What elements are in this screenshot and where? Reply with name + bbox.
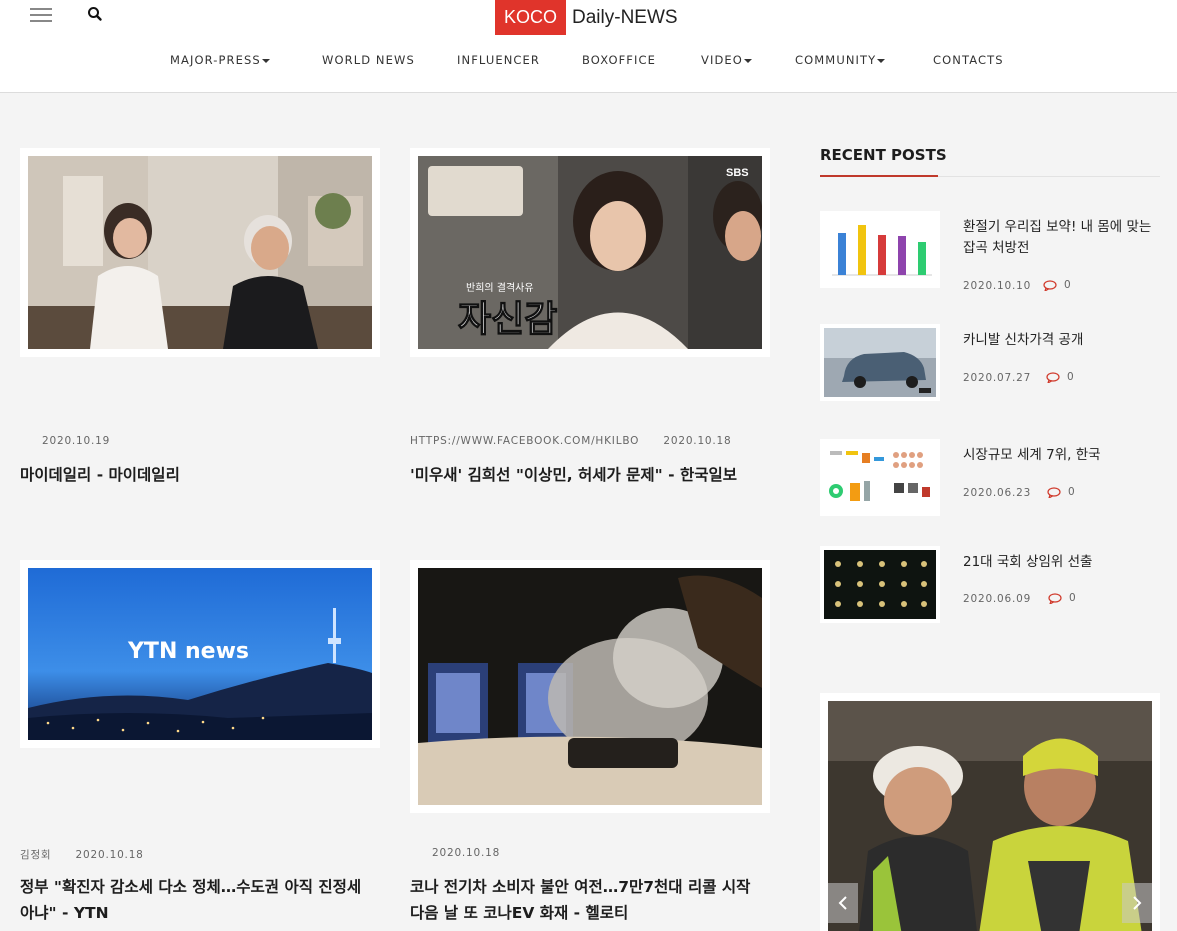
post-meta: 2020.10.19 bbox=[42, 435, 130, 447]
comment-count: 0 bbox=[1064, 279, 1071, 291]
image-corner-logo: SBS bbox=[726, 167, 749, 179]
recent-post-item[interactable]: 환절기 우리집 보약! 내 몸에 맞는 잡곡 처방전 2020.10.10 0 bbox=[820, 211, 1163, 292]
post-thumbnail[interactable]: 반희의 결격사유 자신감 SBS bbox=[410, 148, 770, 357]
recent-post-thumbnail[interactable] bbox=[820, 211, 940, 288]
post-thumbnail[interactable]: YTN news bbox=[20, 560, 380, 748]
slider-prev-button[interactable] bbox=[828, 883, 858, 923]
nav-item-video[interactable]: VIDEO bbox=[701, 53, 752, 67]
recent-post-title[interactable]: 시장규모 세계 7위, 한국 bbox=[963, 445, 1163, 466]
image-caption: 반희의 결격사유 bbox=[466, 281, 534, 294]
site-header: KOCO Daily-NEWS MAJOR-PRESS WORLD NEWS I… bbox=[0, 0, 1177, 93]
nav-label: MAJOR-PRESS bbox=[170, 53, 261, 67]
post-date: 2020.10.18 bbox=[432, 847, 501, 859]
post-image: YTN news bbox=[28, 568, 372, 740]
nav-item-boxoffice[interactable]: BOXOFFICE bbox=[582, 53, 656, 67]
recent-post-date: 2020.10.10 bbox=[963, 280, 1032, 292]
post-date: 2020.10.19 bbox=[42, 435, 111, 447]
nav-item-world-news[interactable]: WORLD NEWS bbox=[322, 53, 415, 67]
main-nav: MAJOR-PRESS WORLD NEWS INFLUENCER BOXOFF… bbox=[0, 53, 1177, 69]
comment-count: 0 bbox=[1069, 592, 1076, 604]
recent-post-image bbox=[824, 328, 936, 397]
chevron-down-icon bbox=[877, 58, 886, 63]
nav-label: COMMUNITY bbox=[795, 53, 877, 67]
recent-post-image bbox=[824, 215, 936, 284]
post-date: 2020.10.18 bbox=[663, 435, 732, 447]
recent-post-date: 2020.07.27 bbox=[963, 372, 1032, 384]
recent-post-title[interactable]: 환절기 우리집 보약! 내 몸에 맞는 잡곡 처방전 bbox=[963, 217, 1163, 259]
chevron-right-icon bbox=[1133, 896, 1142, 910]
logo-badge: KOCO bbox=[495, 0, 567, 35]
recent-post-comments[interactable]: 0 bbox=[1048, 592, 1076, 604]
comment-icon bbox=[1046, 371, 1060, 383]
nav-item-major-press[interactable]: MAJOR-PRESS bbox=[170, 53, 270, 67]
site-logo[interactable]: KOCO Daily-NEWS bbox=[495, 0, 678, 35]
recent-post-date: 2020.06.09 bbox=[963, 593, 1032, 605]
slider-next-button[interactable] bbox=[1122, 883, 1152, 923]
recent-post-image bbox=[824, 443, 936, 512]
boxoffice-slider bbox=[820, 693, 1160, 931]
post-meta: 2020.10.18 bbox=[432, 847, 520, 859]
comment-count: 0 bbox=[1068, 486, 1075, 498]
comment-icon bbox=[1048, 592, 1062, 604]
nav-label: INFLUENCER bbox=[457, 53, 541, 67]
post-author[interactable]: 김정회 bbox=[20, 849, 51, 861]
comment-icon bbox=[1047, 486, 1061, 498]
menu-icon[interactable] bbox=[30, 8, 52, 22]
recent-post-item[interactable]: 21대 국회 상임위 선출 2020.06.09 0 bbox=[820, 546, 1160, 626]
search-icon[interactable] bbox=[86, 5, 104, 23]
logo-text: Daily-NEWS bbox=[572, 6, 678, 28]
nav-item-community[interactable]: COMMUNITY bbox=[795, 53, 886, 67]
post-title[interactable]: 정부 "확진자 감소세 다소 정체…수도권 아직 진정세 아냐" - YTN bbox=[20, 874, 365, 926]
comment-icon bbox=[1043, 279, 1057, 291]
recent-post-title[interactable]: 카니발 신차가격 공개 bbox=[963, 330, 1163, 351]
nav-label: BOXOFFICE bbox=[582, 53, 657, 67]
recent-post-date: 2020.06.23 bbox=[963, 487, 1032, 499]
post-meta: 김정회 2020.10.18 bbox=[20, 847, 164, 862]
recent-post-comments[interactable]: 0 bbox=[1046, 371, 1074, 383]
post-title[interactable]: '미우새' 김희선 "이상민, 허세가 문제" - 한국일보 bbox=[410, 462, 755, 488]
recent-post-thumbnail[interactable] bbox=[820, 546, 940, 623]
post-image: 반희의 결격사유 자신감 SBS bbox=[418, 156, 762, 349]
movie-poster[interactable] bbox=[828, 701, 1152, 931]
recent-post-comments[interactable]: 0 bbox=[1043, 279, 1071, 291]
post-title[interactable]: 코나 전기차 소비자 불안 여전…7만7천대 리콜 시작 다음 날 또 코나EV… bbox=[410, 874, 755, 926]
post-source[interactable]: HTTPS://WWW.FACEBOOK.COM/HKILBO bbox=[410, 435, 639, 447]
chevron-down-icon bbox=[743, 58, 752, 63]
comment-count: 0 bbox=[1067, 371, 1074, 383]
post-title[interactable]: 마이데일리 - 마이데일리 bbox=[20, 462, 380, 488]
recent-post-title[interactable]: 21대 국회 상임위 선출 bbox=[963, 552, 1163, 573]
post-date: 2020.10.18 bbox=[75, 849, 144, 861]
image-logo-text: YTN news bbox=[127, 639, 249, 664]
post-image bbox=[28, 156, 372, 349]
nav-item-influencer[interactable]: INFLUENCER bbox=[457, 53, 540, 67]
post-thumbnail[interactable] bbox=[20, 148, 380, 357]
nav-label: CONTACTS bbox=[933, 53, 1004, 67]
post-meta: HTTPS://WWW.FACEBOOK.COM/HKILBO 2020.10.… bbox=[410, 435, 752, 447]
recent-post-comments[interactable]: 0 bbox=[1047, 486, 1075, 498]
chevron-left-icon bbox=[838, 896, 847, 910]
recent-post-image bbox=[824, 550, 936, 619]
recent-posts-heading: RECENT POSTS bbox=[820, 146, 947, 164]
chevron-down-icon bbox=[261, 58, 270, 63]
recent-post-thumbnail[interactable] bbox=[820, 324, 940, 401]
heading-accent bbox=[820, 175, 938, 177]
recent-post-item[interactable]: 카니발 신차가격 공개 2020.07.27 0 bbox=[820, 324, 1160, 404]
recent-post-item[interactable]: 시장규모 세계 7위, 한국 2020.06.23 0 bbox=[820, 439, 1160, 519]
nav-item-contacts[interactable]: CONTACTS bbox=[933, 53, 1004, 67]
nav-label: VIDEO bbox=[701, 53, 743, 67]
post-thumbnail[interactable] bbox=[410, 560, 770, 813]
recent-post-thumbnail[interactable] bbox=[820, 439, 940, 516]
post-image bbox=[418, 568, 762, 805]
nav-label: WORLD NEWS bbox=[322, 53, 415, 67]
image-headline: 자신감 bbox=[458, 299, 557, 340]
